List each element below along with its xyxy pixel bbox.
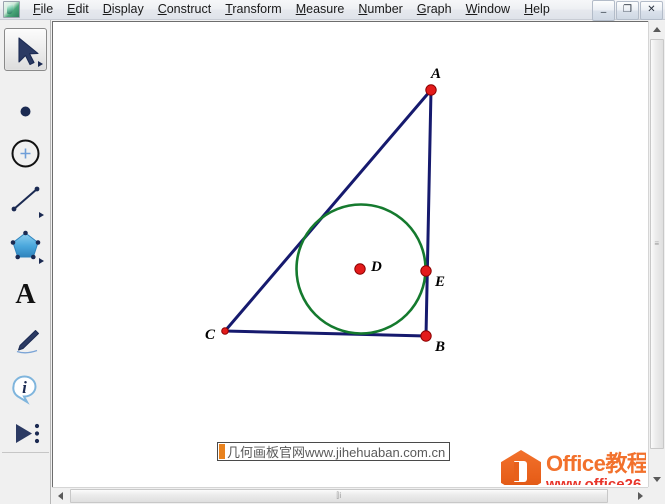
label-point-E[interactable]: E bbox=[435, 275, 445, 290]
menu-window[interactable]: Window bbox=[459, 1, 517, 19]
arrow-select-tool[interactable] bbox=[4, 28, 47, 71]
horizontal-scrollbar[interactable]: ⫿i bbox=[52, 487, 648, 504]
scroll-left-button[interactable] bbox=[52, 488, 68, 504]
sketch-document-area: A B C D E 几何画板官网www.jihehuaban.com.cn Of… bbox=[52, 21, 665, 504]
scrollbar-corner bbox=[648, 487, 665, 504]
info-icon: i bbox=[12, 375, 37, 405]
jihehuaban-watermark[interactable]: 几何画板官网www.jihehuaban.com.cn bbox=[217, 442, 451, 461]
arrow-tool-more-icon[interactable] bbox=[38, 61, 43, 67]
straightedge-tool-more-icon[interactable] bbox=[39, 212, 44, 218]
letter-a-icon: A bbox=[15, 279, 36, 310]
information-tool[interactable]: i bbox=[4, 366, 47, 409]
scroll-down-button[interactable] bbox=[649, 471, 665, 487]
circle-icon bbox=[11, 139, 40, 168]
segment-AC bbox=[223, 88, 433, 333]
label-point-B[interactable]: B bbox=[435, 340, 445, 355]
text-tool[interactable]: A bbox=[4, 272, 47, 315]
close-button[interactable]: ✕ bbox=[640, 0, 663, 20]
menu-display[interactable]: Display bbox=[96, 1, 151, 19]
chevron-down-icon bbox=[653, 476, 661, 482]
polygon-tool-more-icon[interactable] bbox=[39, 258, 44, 264]
point-tool[interactable] bbox=[4, 90, 47, 133]
chevron-up-icon bbox=[653, 26, 661, 32]
menu-help[interactable]: Help bbox=[517, 1, 557, 19]
chevron-left-icon bbox=[57, 492, 63, 500]
menu-graph[interactable]: Graph bbox=[410, 1, 459, 19]
chevron-right-icon bbox=[637, 492, 643, 500]
point-C bbox=[221, 327, 229, 335]
minimize-button[interactable]: – bbox=[592, 0, 615, 21]
point-icon bbox=[20, 106, 31, 117]
straightedge-tool[interactable] bbox=[4, 178, 47, 221]
menu-construct[interactable]: Construct bbox=[151, 1, 219, 19]
segment-AB bbox=[424, 88, 433, 338]
custom-tool[interactable] bbox=[4, 412, 47, 455]
watermark-text: 几何画板官网www.jihehuaban.com.cn bbox=[227, 445, 446, 460]
horizontal-scroll-thumb[interactable]: ⫿i bbox=[70, 489, 608, 503]
pen-icon bbox=[16, 330, 39, 354]
svg-text:i: i bbox=[22, 378, 27, 397]
compass-tool[interactable] bbox=[4, 132, 47, 175]
menu-bar: File Edit Display Construct Transform Me… bbox=[0, 0, 665, 21]
play-menu-icon bbox=[16, 423, 40, 444]
window-controls: – ❐ ✕ bbox=[592, 0, 665, 21]
scroll-right-button[interactable] bbox=[632, 488, 648, 504]
scroll-up-button[interactable] bbox=[649, 21, 665, 37]
point-D bbox=[354, 263, 366, 275]
menu-measure[interactable]: Measure bbox=[289, 1, 352, 19]
sketch-canvas[interactable]: A B C D E 几何画板官网www.jihehuaban.com.cn Of… bbox=[53, 22, 646, 485]
sketchpad-window: File Edit Display Construct Transform Me… bbox=[0, 0, 665, 504]
point-A bbox=[425, 84, 437, 96]
segment-CB bbox=[223, 329, 428, 338]
geometers-sketchpad-icon[interactable] bbox=[3, 1, 20, 18]
watermark-accent-bar bbox=[219, 444, 225, 459]
menu-file[interactable]: File bbox=[26, 1, 60, 19]
label-point-D[interactable]: D bbox=[371, 260, 382, 275]
point-E bbox=[420, 265, 432, 277]
scroll-thumb-grip-horizontal: ⫿i bbox=[336, 491, 342, 500]
menu-edit[interactable]: Edit bbox=[60, 1, 96, 19]
label-point-C[interactable]: C bbox=[205, 328, 215, 343]
tool-palette-divider bbox=[2, 452, 49, 453]
vertical-scroll-thumb[interactable]: ≡ bbox=[650, 39, 664, 449]
menu-transform[interactable]: Transform bbox=[218, 1, 289, 19]
restore-button[interactable]: ❐ bbox=[616, 0, 639, 20]
menu-number[interactable]: Number bbox=[351, 1, 409, 19]
polygon-tool[interactable] bbox=[4, 224, 47, 267]
svg-text:A: A bbox=[15, 279, 36, 310]
label-point-A[interactable]: A bbox=[431, 67, 441, 82]
scroll-thumb-grip: ≡ bbox=[654, 239, 660, 248]
marker-tool[interactable] bbox=[4, 320, 47, 363]
point-B bbox=[420, 330, 432, 342]
tool-palette: A i bbox=[0, 20, 51, 504]
incircle-of-triangle-sketch bbox=[221, 84, 437, 342]
vertical-scrollbar[interactable]: ≡ bbox=[648, 21, 665, 487]
